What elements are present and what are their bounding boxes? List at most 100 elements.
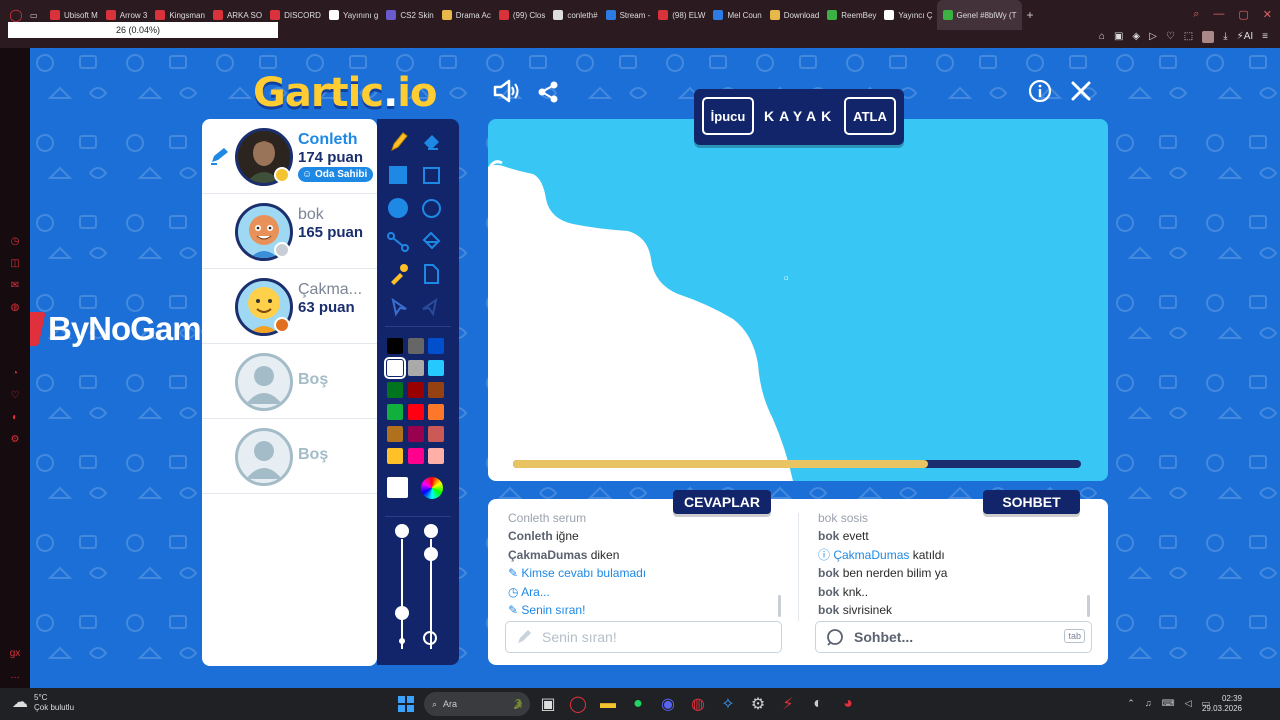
size-slider-handle[interactable] — [424, 547, 438, 561]
color-swatch[interactable] — [387, 338, 403, 354]
color-swatch[interactable] — [407, 382, 424, 398]
color-swatch[interactable] — [407, 360, 424, 376]
filled-circle-tool-icon[interactable] — [386, 196, 410, 220]
sidebar-heart-icon[interactable]: ♡ — [9, 390, 21, 402]
color-swatch[interactable] — [407, 426, 424, 442]
volume-icon[interactable]: ◁ — [1185, 698, 1192, 709]
file-explorer-icon[interactable]: ▬ — [596, 692, 620, 716]
extension-icon[interactable]: ⬚ — [1184, 31, 1193, 43]
color-swatch[interactable] — [428, 360, 444, 376]
browser-tab[interactable]: (99) Clos — [495, 0, 549, 30]
info-icon[interactable] — [1028, 79, 1052, 103]
browser-tab[interactable]: Stream - — [602, 0, 655, 30]
color-swatch[interactable] — [407, 404, 424, 420]
color-swatch[interactable] — [428, 404, 444, 420]
play-icon[interactable]: ▷ — [1149, 31, 1157, 43]
browser-tab[interactable]: conleth# — [549, 0, 601, 30]
sidebar-more-icon[interactable]: … — [9, 670, 21, 682]
heart-icon[interactable]: ♡ — [1166, 31, 1175, 43]
sidebar-gx-icon[interactable]: gx — [9, 648, 21, 660]
taskbar-clock[interactable]: 02:39 29.03.2026 — [1202, 694, 1242, 714]
spotify-icon[interactable]: ● — [626, 692, 650, 716]
windows-start-icon[interactable] — [394, 692, 418, 716]
bolt-app-icon[interactable]: ⚡ — [776, 692, 800, 716]
color-swatch[interactable] — [428, 448, 444, 464]
shield-icon[interactable]: ◈ — [1132, 31, 1140, 43]
color-swatch[interactable] — [387, 382, 403, 398]
download-icon[interactable]: ⤓ — [1223, 31, 1227, 43]
task-view-icon[interactable]: ▣ — [536, 692, 560, 716]
red-app-icon[interactable]: ◍ — [686, 692, 710, 716]
opacity-slider-handle[interactable] — [395, 606, 409, 620]
sidebar-history-icon[interactable]: ◷ — [9, 236, 21, 248]
browser-tab[interactable]: Genel #8blWy (T — [936, 0, 1023, 30]
browser-tab[interactable]: Yayıncı Ç — [880, 0, 936, 30]
ai-icon[interactable]: ⚡AI — [1237, 31, 1253, 43]
sidebar-mail-icon[interactable]: ✉ — [9, 280, 21, 292]
pencil-tool-icon[interactable] — [386, 130, 410, 154]
browser-tab[interactable]: Download — [766, 0, 824, 30]
minimize-icon[interactable]: — — [1213, 8, 1224, 21]
sound-icon[interactable] — [492, 78, 520, 104]
line-tool-icon[interactable] — [386, 229, 410, 253]
rectangle-tool-icon[interactable] — [419, 163, 443, 187]
color-swatch[interactable] — [384, 357, 406, 379]
snapshot-icon[interactable]: ▣ — [1114, 31, 1123, 43]
chat-scrollbar[interactable] — [1087, 595, 1090, 617]
sidebar-messenger-icon[interactable]: ◍ — [9, 302, 21, 314]
network-icon[interactable]: ⌨ — [1162, 698, 1175, 709]
menu-icon[interactable]: ≡ — [1262, 31, 1268, 43]
browser-tab[interactable]: CS2 Skin — [382, 0, 437, 30]
hint-button[interactable]: İpucu — [702, 97, 754, 135]
player-card-1[interactable]: Conleth 174 puan ☺ Oda Sahibi — [202, 119, 377, 194]
new-tab-icon[interactable]: + — [1026, 8, 1033, 22]
circle-tool-icon[interactable] — [419, 196, 443, 220]
color-swatch[interactable] — [428, 382, 444, 398]
color-wheel-icon[interactable] — [421, 477, 443, 499]
settings-icon[interactable]: ⚙ — [746, 692, 770, 716]
redo-icon[interactable] — [419, 295, 443, 319]
opera-gx-taskbar-icon[interactable]: ◯ — [566, 692, 590, 716]
undo-icon[interactable] — [386, 295, 410, 319]
browser-tab[interactable]: ReemBey — [823, 0, 880, 30]
browser-tab[interactable]: Drama Ac — [438, 0, 495, 30]
new-page-tool-icon[interactable] — [419, 262, 443, 286]
color-picker-tool-icon[interactable] — [386, 262, 410, 286]
blue-app-icon[interactable]: ✧ — [716, 692, 740, 716]
current-color-swatch[interactable] — [387, 477, 408, 498]
drawing-canvas[interactable]: ▫ — [488, 119, 1108, 481]
search-tabs-icon[interactable]: ⌕ — [1193, 8, 1199, 21]
answer-input[interactable] — [542, 629, 722, 645]
answers-scrollbar[interactable] — [778, 595, 781, 617]
browser-tab[interactable]: Mel Coun — [709, 0, 765, 30]
chat-input[interactable] — [854, 629, 1034, 645]
color-swatch[interactable] — [387, 404, 403, 420]
tray-chevron-icon[interactable]: ⌃ — [1127, 698, 1135, 709]
color-swatch[interactable] — [387, 448, 403, 464]
steam-icon[interactable]: ◐ — [806, 692, 830, 716]
close-icon[interactable] — [1070, 80, 1092, 102]
mic-icon[interactable]: ♫ — [1145, 698, 1152, 709]
color-swatch[interactable] — [407, 448, 424, 464]
eraser-tool-icon[interactable] — [419, 130, 443, 154]
weather-widget[interactable]: ☁ 5°C Çok bulutlu — [12, 693, 74, 713]
share-icon[interactable] — [536, 80, 560, 104]
game-app-icon[interactable]: ◕ — [836, 692, 860, 716]
sidebar-tiktok-icon[interactable]: ◐ — [9, 412, 21, 424]
player-card-2[interactable]: bok 165 puan — [202, 194, 377, 269]
browser-tab[interactable]: Yayınını g — [325, 0, 382, 30]
close-window-icon[interactable]: ✕ — [1263, 8, 1272, 21]
color-swatch[interactable] — [407, 338, 424, 354]
filled-rectangle-tool-icon[interactable] — [386, 163, 410, 187]
profile-avatar[interactable] — [1202, 31, 1215, 43]
maximize-icon[interactable]: ▢ — [1238, 8, 1248, 21]
sidebar-instagram-icon[interactable]: ◫ — [9, 258, 21, 270]
skip-button[interactable]: ATLA — [844, 97, 896, 135]
fill-bucket-tool-icon[interactable] — [419, 229, 443, 253]
discord-icon[interactable]: ◉ — [656, 692, 680, 716]
color-swatch[interactable] — [428, 426, 444, 442]
color-swatch[interactable] — [428, 338, 444, 354]
player-card-3[interactable]: Çakma... 63 puan — [202, 269, 377, 344]
pin-icon[interactable]: ⌂ — [1099, 31, 1105, 43]
taskbar-search[interactable]: ⌕ Ara 🐊 — [424, 692, 530, 716]
